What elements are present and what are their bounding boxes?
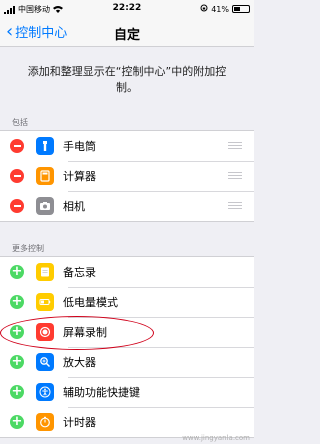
timer-icon (36, 413, 54, 431)
section-header-included: 包括 (12, 118, 28, 127)
add-button[interactable]: + (10, 325, 24, 339)
list-item: + 备忘录 (0, 257, 254, 287)
reorder-handle-icon[interactable] (228, 202, 242, 211)
calculator-icon (36, 167, 54, 185)
list-item: + 低电量模式 (0, 287, 254, 317)
item-label: 辅助功能快捷键 (63, 386, 140, 399)
item-label: 计时器 (63, 416, 96, 429)
rotation-lock-icon (200, 4, 208, 14)
item-label: 屏幕录制 (63, 326, 107, 339)
notes-icon (36, 263, 54, 281)
flashlight-icon (36, 137, 54, 155)
list-item: + 屏幕录制 (0, 317, 254, 347)
add-button[interactable]: + (10, 295, 24, 309)
add-button[interactable]: + (10, 415, 24, 429)
item-label: 备忘录 (63, 266, 96, 279)
item-label: 相机 (63, 200, 85, 213)
list-item: + 计时器 (0, 407, 254, 437)
reorder-handle-icon[interactable] (228, 142, 242, 151)
status-bar: 中国移动 22:22 41% (0, 0, 254, 18)
magnifier-icon (36, 353, 54, 371)
watermark: www.jingyanla.com (182, 434, 250, 442)
screen-record-icon (36, 323, 54, 341)
item-label: 计算器 (63, 170, 96, 183)
remove-button[interactable] (10, 139, 24, 153)
more-controls-list: + 备忘录 + 低电量模式 + 屏幕录制 + 放大器 + 辅助功能快捷键 + 计时器 (0, 256, 254, 438)
page-title: 自定 (113, 28, 140, 43)
page-description: 添加和整理显示在“控制中心”中的附加控制。 (27, 65, 227, 94)
included-controls-list: 手电筒 计算器 相机 (0, 130, 254, 222)
camera-icon (36, 197, 54, 215)
accessibility-icon (36, 383, 54, 401)
add-button[interactable]: + (10, 385, 24, 399)
remove-button[interactable] (10, 169, 24, 183)
item-label: 低电量模式 (63, 296, 118, 309)
add-button[interactable]: + (10, 355, 24, 369)
item-label: 手电筒 (63, 140, 96, 153)
remove-button[interactable] (10, 199, 24, 213)
navigation-bar: ‹ 控制中心 自定 (0, 18, 254, 47)
list-item: + 放大器 (0, 347, 254, 377)
item-label: 放大器 (63, 356, 96, 369)
battery-percent: 41% (211, 4, 229, 14)
section-header-more: 更多控制 (12, 244, 44, 253)
add-button[interactable]: + (10, 265, 24, 279)
list-item: 相机 (0, 191, 254, 221)
list-item: 手电筒 (0, 131, 254, 161)
battery-icon (232, 5, 250, 13)
reorder-handle-icon[interactable] (228, 172, 242, 181)
list-item: + 辅助功能快捷键 (0, 377, 254, 407)
list-item: 计算器 (0, 161, 254, 191)
battery-icon (36, 293, 54, 311)
